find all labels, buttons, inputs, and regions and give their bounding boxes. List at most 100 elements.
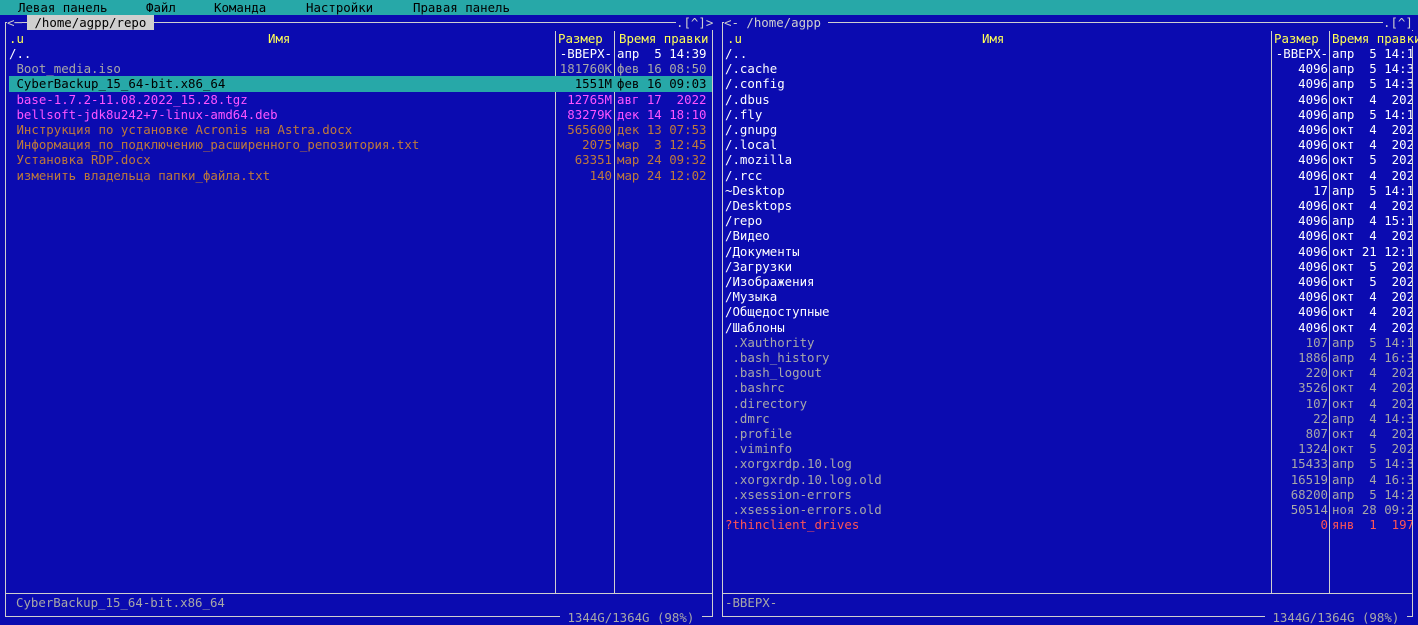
file-time: мар 3 12:45 [617,137,707,153]
menu-settings[interactable]: Настройки [306,0,373,15]
right-col-u[interactable]: .u [727,31,742,47]
file-row[interactable]: /.rcc 4096 окт 4 202 [725,168,1413,183]
right-col-size[interactable]: Размер [1274,31,1319,47]
file-row[interactable]: /Desktops 4096 окт 4 202 [725,198,1413,213]
file-size: -ВВЕРХ- [1275,46,1328,61]
file-name: /.cache [725,61,778,77]
file-size: 4096 [1298,243,1328,259]
file-row[interactable]: /Документы 4096 окт 21 12:1 [725,244,1413,259]
file-size: 50514 [1290,502,1328,517]
left-panel-corner-controls[interactable]: .[^]> [676,15,714,31]
file-row[interactable]: ?thinclient_drives 0 янв 1 197 [725,517,1413,532]
left-col-u[interactable]: .u [9,31,24,47]
file-row[interactable]: .bashrc 3526 окт 4 202 [725,380,1413,395]
file-size: 63351 [574,152,612,168]
left-panel[interactable]: <─ /home/agpp/repo .[^]> .u Имя Размер В… [0,15,718,625]
file-time: окт 21 12:1 [1332,243,1412,259]
right-panel-path[interactable]: <- /home/agpp [724,15,829,31]
file-time: фев 16 09:03 [617,76,707,92]
left-col-name[interactable]: Имя [268,31,291,47]
file-size: 4096 [1298,289,1328,305]
file-row[interactable]: .directory 107 окт 4 202 [725,396,1413,411]
left-status-filename: CyberBackup_15_64-bit.x86_64 [16,595,225,610]
file-row[interactable]: /.dbus 4096 окт 4 202 [725,92,1413,107]
file-row[interactable]: .xsession-errors.old 50514 ноя 28 09:2 [725,502,1413,517]
file-row[interactable]: /.config 4096 апр 5 14:3 [725,76,1413,91]
file-row[interactable]: /.. -ВВЕРХ-апр 5 14:39 [9,46,712,61]
file-time: ноя 28 09:2 [1332,502,1412,517]
file-row[interactable]: /.cache 4096 апр 5 14:3 [725,61,1413,76]
file-row[interactable]: CyberBackup_15_64-bit.x86_64 1551M фев 16 … [9,76,712,92]
file-time: окт 4 202 [1332,137,1412,153]
file-time: апр 5 14:39 [617,46,707,61]
file-row[interactable]: .xorgxrdp.10.log.old 16519 апр 4 16:3 [725,472,1413,487]
right-panel-corner-controls[interactable]: .[^] [1383,15,1413,31]
file-row[interactable]: .profile 807 окт 4 202 [725,426,1413,441]
file-size: 16519 [1290,471,1328,487]
file-row[interactable]: .Xauthority 107 апр 5 14:1 [725,335,1413,350]
menu-right-panel[interactable]: Правая панель [413,0,510,15]
file-row[interactable]: .viminfo 1324 окт 5 202 [725,441,1413,456]
menu-left-panel[interactable]: Левая панель [18,0,108,15]
file-name: base-1.7.2-11.08.2022_15.28.tgz [9,91,248,107]
file-row[interactable]: .dmrc 22 апр 4 14:3 [725,411,1413,426]
file-size: 4096 [1298,106,1328,122]
file-time: мар 24 09:32 [617,152,707,168]
file-row[interactable]: /Загрузки 4096 окт 5 202 [725,259,1413,274]
file-name: /.dbus [725,91,770,107]
file-row[interactable]: Boot_media.iso 181760K фев 16 08:50 [9,61,712,76]
file-row[interactable]: /Музыка 4096 окт 4 202 [725,289,1413,304]
file-size: 22 [1313,410,1328,426]
file-size: 1551M [574,76,612,92]
file-row[interactable]: .bash_logout 220 окт 4 202 [725,365,1413,380]
file-size: 4096 [1298,167,1328,183]
file-row[interactable]: /.fly 4096 апр 5 14:1 [725,107,1413,122]
menu-file[interactable]: Файл [146,0,176,15]
left-panel-path[interactable]: /home/agpp/repo [27,15,154,31]
file-time: апр 5 14:3 [1332,61,1412,77]
file-row[interactable]: .xsession-errors 68200 апр 5 14:2 [725,487,1413,502]
left-col-time[interactable]: Время правки [619,31,709,47]
file-row[interactable]: /Видео 4096 окт 4 202 [725,228,1413,243]
file-name: /Документы [725,243,800,259]
file-name: .xsession-errors [725,486,852,502]
file-size: 565600 [567,122,612,137]
file-row[interactable]: bellsoft-jdk8u242+7-linux-amd64.deb 83279… [9,107,712,122]
file-time: апр 4 16:3 [1332,471,1412,487]
file-name: Установка RDP.docx [9,152,151,168]
file-row[interactable]: ~Desktop 17 апр 5 14:1 [725,183,1413,198]
file-row[interactable]: /Шаблоны 4096 окт 4 202 [725,320,1413,335]
left-panel-history-arrow[interactable]: <─ [7,15,22,31]
file-size: 4096 [1298,137,1328,153]
file-size: 4096 [1298,91,1328,107]
file-row[interactable]: Информация_по_подключению_расширенного_р… [9,137,712,152]
file-row[interactable]: /Изображения 4096 окт 5 202 [725,274,1413,289]
file-size: 4096 [1298,198,1328,213]
file-row[interactable]: Установка RDP.docx 63351 мар 24 09:32 [9,152,712,167]
right-panel[interactable]: <- /home/agpp .[^] .u Имя Размер Время п… [718,15,1418,625]
file-row[interactable]: /.. -ВВЕРХ-апр 5 14:1 [725,46,1413,61]
file-size: 2075 [582,137,612,153]
file-row[interactable]: Инструкция по установке Acronis на Astra… [9,122,712,137]
file-row[interactable]: /.mozilla 4096 окт 5 202 [725,152,1413,167]
file-row[interactable]: /repo 4096 апр 4 15:1 [725,213,1413,228]
file-name: .bashrc [725,380,785,396]
file-row[interactable]: .bash_history 1886 апр 4 16:3 [725,350,1413,365]
file-size: 107 [1305,334,1328,350]
file-row[interactable]: /.local 4096 окт 4 202 [725,137,1413,152]
file-row[interactable]: base-1.7.2-11.08.2022_15.28.tgz 12765M авг… [9,92,712,107]
left-col-size[interactable]: Размер [558,31,603,47]
file-name: /.. [9,46,32,61]
file-row[interactable]: изменить владельца папки_файла.txt 140 мар… [9,168,712,183]
menu-command[interactable]: Команда [214,0,266,15]
file-time: апр 5 14:1 [1332,46,1412,61]
file-size: 220 [1305,365,1328,381]
file-size: 83279K [567,106,612,122]
file-row[interactable]: .xorgxrdp.10.log 15433 апр 5 14:3 [725,456,1413,471]
right-col-name[interactable]: Имя [982,31,1005,47]
right-col-time[interactable]: Время правки [1332,31,1418,47]
file-row[interactable]: /Общедоступные 4096 окт 4 202 [725,304,1413,319]
left-status-divider [5,593,713,594]
file-time: дек 13 07:53 [617,122,707,137]
file-row[interactable]: /.gnupg 4096 окт 4 202 [725,122,1413,137]
